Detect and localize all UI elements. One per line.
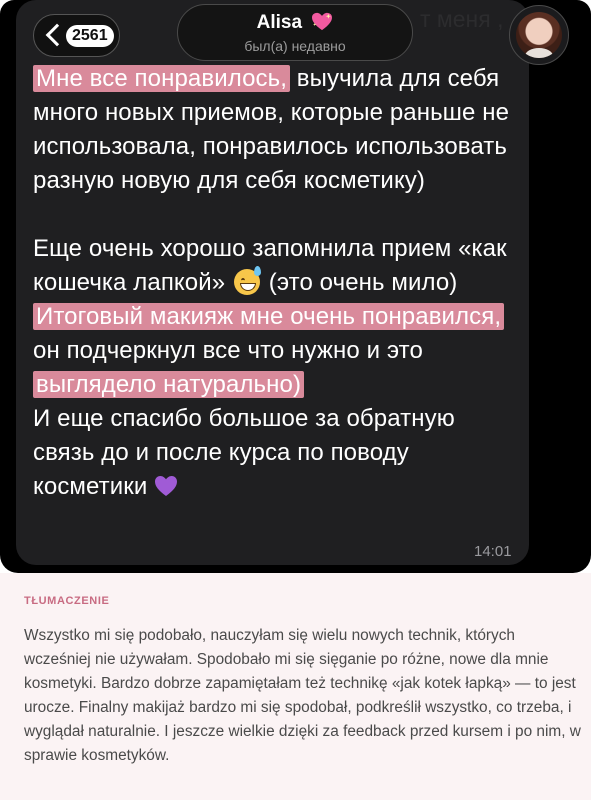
highlighted-phrase: Итоговый макияж мне очень понравился,: [33, 303, 505, 330]
chat-title[interactable]: Alisa был(а) недавно: [177, 4, 413, 61]
chat-screenshot: т меня , 2561 Alisa был(а) недавно Мне в…: [0, 0, 591, 573]
translation-text: Wszystko mi się podobało, nauczyłam się …: [24, 627, 581, 764]
unread-count-badge: 2561: [66, 25, 114, 47]
grinning-sweat-icon: [233, 266, 261, 295]
message-paragraph-2: Еще очень хорошо запомнила прием «как ко…: [33, 232, 523, 300]
translation-panel: TŁUMACZENIE Wszystko mi się podobało, na…: [0, 573, 591, 800]
background-text: т меня ,: [420, 6, 504, 32]
message-text-segment: он подчеркнул все что нужно и это: [33, 337, 423, 364]
contact-name: Alisa: [256, 12, 303, 33]
message-paragraph-1: Мне все понравилось, выучила для себя мн…: [33, 62, 523, 198]
highlighted-phrase: Мне все понравилось,: [33, 65, 290, 92]
contact-avatar-button[interactable]: [509, 5, 569, 65]
back-button[interactable]: 2561: [33, 14, 120, 57]
sparkling-heart-icon: [312, 12, 333, 31]
message-text-segment: (это очень мило): [261, 269, 458, 296]
contact-status: был(а) недавно: [244, 38, 346, 54]
chevron-left-icon: [45, 23, 69, 47]
message-paragraph-4: И еще спасибо большое за обратную связь …: [33, 402, 523, 504]
avatar: [516, 12, 562, 58]
message-paragraph-3: Итоговый макияж мне очень понравился, он…: [33, 300, 523, 402]
translation-label: TŁUMACZENIE: [24, 595, 110, 607]
highlighted-phrase: выглядело натурально): [33, 371, 305, 398]
message-text-segment: И еще спасибо большое за обратную связь …: [33, 405, 455, 500]
message-text: Мне все понравилось, выучила для себя мн…: [33, 62, 523, 504]
message-time: 14:01: [474, 543, 512, 560]
purple-heart-icon: [155, 476, 178, 496]
